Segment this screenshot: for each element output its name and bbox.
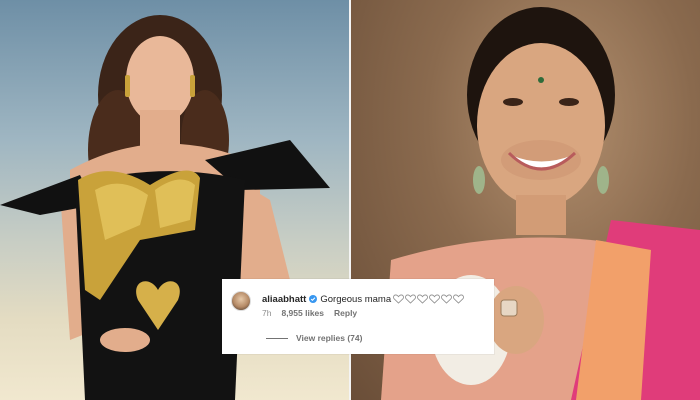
comment-meta: 7h 8,955 likes Reply: [262, 308, 357, 318]
heart-outline-icon: [429, 294, 441, 304]
heart-outline-icon: [441, 294, 453, 304]
view-replies-label: View replies (74): [296, 333, 363, 343]
reply-button[interactable]: Reply: [334, 308, 357, 318]
avatar[interactable]: [231, 291, 251, 311]
verified-badge-icon: [309, 295, 318, 303]
comment-timestamp: 7h: [262, 308, 272, 318]
instagram-comment-card: aliaabhatt Gorgeous mama 7h 8,955 likes …: [222, 279, 494, 354]
comment-line: aliaabhatt Gorgeous mama: [262, 292, 465, 306]
heart-outline-icon: [417, 294, 429, 304]
view-replies-button[interactable]: View replies (74): [266, 333, 362, 343]
heart-outline-icon: [405, 294, 417, 304]
comment-username[interactable]: aliaabhatt: [262, 294, 306, 305]
comment-likes-count[interactable]: 8,955 likes: [281, 308, 324, 318]
heart-outline-icon: [393, 294, 405, 304]
heart-outline-icon: [453, 294, 465, 304]
heart-emoji-group: [393, 294, 465, 304]
comment-text: Gorgeous mama: [320, 293, 392, 305]
replies-dash: [266, 337, 288, 339]
